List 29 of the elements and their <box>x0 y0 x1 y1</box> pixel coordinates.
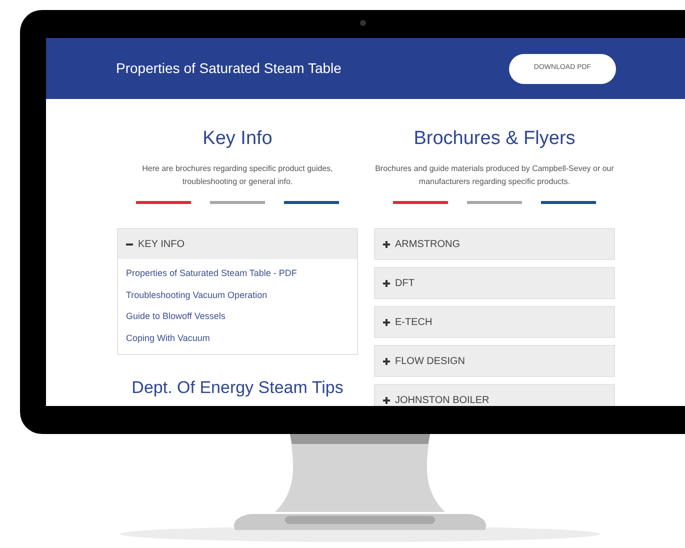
accordion-header[interactable]: DFT <box>375 268 614 298</box>
document-link[interactable]: Coping With Vacuum <box>126 332 349 345</box>
accordion-header[interactable]: KEY INFO <box>118 229 357 259</box>
plus-icon <box>383 240 390 248</box>
plus-icon <box>383 318 390 326</box>
divider-bar <box>284 201 339 204</box>
divider-bar <box>210 201 265 204</box>
section-heading: Key Info <box>202 127 274 151</box>
page-title: Properties of Saturated Steam Table <box>116 59 342 78</box>
divider-bar <box>467 201 522 204</box>
accordion-header[interactable]: ARMSTRONG <box>375 229 614 259</box>
minus-icon <box>126 240 133 248</box>
divider-bar <box>541 201 596 204</box>
plus-icon <box>383 280 390 286</box>
divider-bar <box>136 201 191 204</box>
section-heading: Brochures & Flyers <box>412 127 576 151</box>
divider-bar <box>393 201 448 204</box>
document-link[interactable]: Troubleshooting Vacuum Operation <box>126 288 349 302</box>
document-link[interactable]: Guide to Blowoff Vessels <box>126 310 349 324</box>
section-heading: Dept. Of Energy Steam Tips <box>130 377 344 399</box>
section-description: Brochures and guide materials produced by Campbell-Sevey or our manufacturers regarding specific products. <box>374 163 615 188</box>
plus-icon <box>383 396 390 404</box>
accordion-header[interactable]: FLOW DESIGN <box>375 346 614 376</box>
camera-icon <box>360 20 366 26</box>
plus-icon <box>383 358 390 364</box>
document-link[interactable]: Properties of Saturated Steam Table - PDF <box>126 267 349 280</box>
accordion-header[interactable]: E-TECH <box>375 307 614 337</box>
accordion-header[interactable]: JOHNSTON BOILER <box>375 385 614 406</box>
section-description: Here are brochures regarding specific product guides, troubleshooting or general info. <box>141 163 334 188</box>
